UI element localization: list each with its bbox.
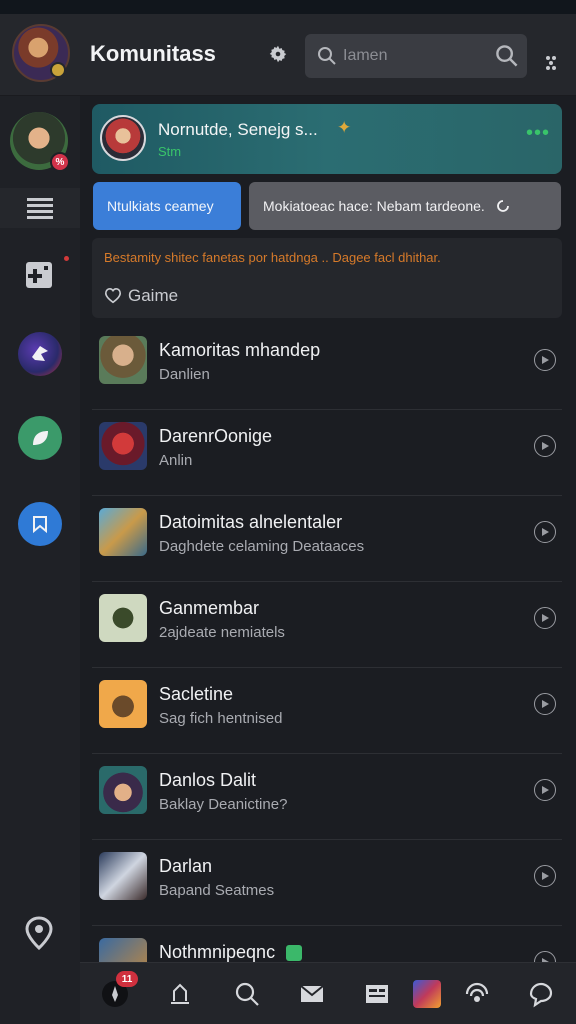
play-icon[interactable] xyxy=(534,693,556,715)
app-header: Komunitass xyxy=(0,14,576,96)
list-item-title: Kamoritas mhandep xyxy=(159,340,321,360)
sidebar: % xyxy=(0,96,80,1024)
list-item-title: Ganmembar xyxy=(159,598,260,618)
list-item-subtitle: Danlien xyxy=(159,366,210,383)
secondary-action-label: Mokiatoeac hace: Nebam tardeone. xyxy=(263,198,485,214)
play-icon[interactable] xyxy=(534,779,556,801)
list-item[interactable]: Datoimitas alnelentaler Daghdete celamin… xyxy=(92,496,562,582)
more-options-icon[interactable] xyxy=(540,52,562,74)
location-pin-icon[interactable] xyxy=(24,916,54,950)
sidebar-avatar[interactable]: % xyxy=(10,112,70,172)
chat-icon xyxy=(529,982,553,1008)
primary-action-button[interactable]: Ntulkiats ceamey xyxy=(93,182,241,230)
main-content: Nornutde, Senejg s... ✦ Stm ••• Ntulkiat… xyxy=(80,96,576,1012)
featured-avatar xyxy=(100,115,146,161)
list-item-title: Danlos Dalit xyxy=(159,770,257,790)
notice-text: Bestamity shitec fanetas por hatdnga .. … xyxy=(104,250,441,265)
play-icon[interactable] xyxy=(534,865,556,887)
list-item-title-text: Nothmnipeqnc xyxy=(159,942,276,962)
game-app-icon xyxy=(413,980,441,1008)
status-badge xyxy=(50,62,66,78)
hat-hero-thumb xyxy=(99,766,147,814)
list-item-title: DarenrOonige xyxy=(159,426,273,446)
controller-icon[interactable] xyxy=(24,260,54,290)
leaf-icon xyxy=(33,431,48,445)
list-item-subtitle: Bapand Seatmes xyxy=(159,882,275,899)
list-item[interactable]: Kamoritas mhandep Danlien xyxy=(92,324,562,410)
list-item[interactable]: Danlos Dalit Baklay Deanictine? xyxy=(92,754,562,840)
nav-chat[interactable] xyxy=(524,977,558,1011)
list-item[interactable]: Sacletine Sag fich hentnised xyxy=(92,668,562,754)
list-item-title: Sacletine xyxy=(159,684,234,704)
broadcast-icon xyxy=(465,982,489,1002)
wizard-thumb xyxy=(99,680,147,728)
nav-game[interactable] xyxy=(410,977,444,1011)
game-like-button[interactable]: Gaime xyxy=(104,286,178,306)
search-icon xyxy=(235,982,259,1006)
newspaper-icon xyxy=(366,985,388,1003)
search-submit-icon[interactable] xyxy=(495,44,519,68)
notification-badge: 11 xyxy=(116,971,138,987)
user-avatar[interactable] xyxy=(12,24,70,82)
settings-button[interactable] xyxy=(264,40,292,68)
notice-card: Bestamity shitec fanetas por hatdnga .. … xyxy=(92,238,562,318)
avatar-woman-thumb xyxy=(99,336,147,384)
list-item-title: Darlan xyxy=(159,856,213,876)
crown-icon: ✦ xyxy=(337,118,352,137)
avatar-badge: % xyxy=(50,152,70,172)
featured-subtitle: Stm xyxy=(158,144,182,159)
play-icon[interactable] xyxy=(534,521,556,543)
nav-broadcast[interactable] xyxy=(460,977,494,1011)
list-item-subtitle: 2ajdeate nemiatels xyxy=(159,624,285,641)
gear-icon xyxy=(269,45,287,63)
nav-news[interactable] xyxy=(360,977,394,1011)
featured-title: Nornutde, Senejg s... xyxy=(158,120,318,139)
play-icon[interactable] xyxy=(534,607,556,629)
list-icon[interactable] xyxy=(26,196,54,222)
crossbow-thumb xyxy=(99,508,147,556)
nav-home[interactable]: 11 xyxy=(98,971,138,1011)
more-dots-icon[interactable]: ••• xyxy=(526,122,550,145)
featured-card[interactable]: Nornutde, Senejg s... ✦ Stm ••• xyxy=(92,104,562,174)
nav-search[interactable] xyxy=(230,977,264,1011)
secondary-action-button[interactable]: Mokiatoeac hace: Nebam tardeone. xyxy=(249,182,561,230)
bookmark-icon xyxy=(33,516,47,534)
list-item-subtitle: Daghdete celaming Deataaces xyxy=(159,538,365,555)
play-icon[interactable] xyxy=(534,349,556,371)
heart-icon xyxy=(104,287,122,304)
bottom-nav: 11 xyxy=(80,962,576,1024)
search-icon xyxy=(318,47,336,65)
mail-icon xyxy=(300,985,324,1002)
share-icon xyxy=(171,983,189,1004)
sidebar-item-game-red[interactable] xyxy=(18,332,62,376)
unread-dot xyxy=(64,256,69,261)
list-item-subtitle: Sag fich hentnised xyxy=(159,710,283,727)
search-input[interactable] xyxy=(343,44,483,68)
play-icon[interactable] xyxy=(534,435,556,457)
page-title: Komunitass xyxy=(90,41,216,66)
refresh-icon xyxy=(496,200,509,212)
community-list: Kamoritas mhandep Danlien DarenrOonige A… xyxy=(92,324,562,1012)
list-item[interactable]: Ganmembar 2ajdeate nemiatels xyxy=(92,582,562,668)
shield-icon xyxy=(32,346,48,361)
list-item[interactable]: DarenrOonige Anlin xyxy=(92,410,562,496)
list-item[interactable]: Darlan Bapand Seatmes xyxy=(92,840,562,926)
sidebar-item-game-green[interactable] xyxy=(18,416,62,460)
game-label: Gaime xyxy=(128,286,179,305)
avatar-red-knight-thumb xyxy=(99,422,147,470)
list-item-subtitle: Anlin xyxy=(159,452,193,469)
list-item-subtitle: Baklay Deanictine? xyxy=(159,796,288,813)
status-strip xyxy=(0,0,576,14)
blade-thumb xyxy=(99,852,147,900)
search-bar[interactable] xyxy=(305,34,527,78)
sidebar-item-game-blue[interactable] xyxy=(18,502,62,546)
verified-icon xyxy=(286,945,303,962)
soldier-thumb xyxy=(99,594,147,642)
list-item-title: Nothmnipeqnc xyxy=(159,942,303,963)
nav-share[interactable] xyxy=(163,977,197,1011)
nav-mail[interactable] xyxy=(295,977,329,1011)
list-item-title: Datoimitas alnelentaler xyxy=(159,512,343,532)
